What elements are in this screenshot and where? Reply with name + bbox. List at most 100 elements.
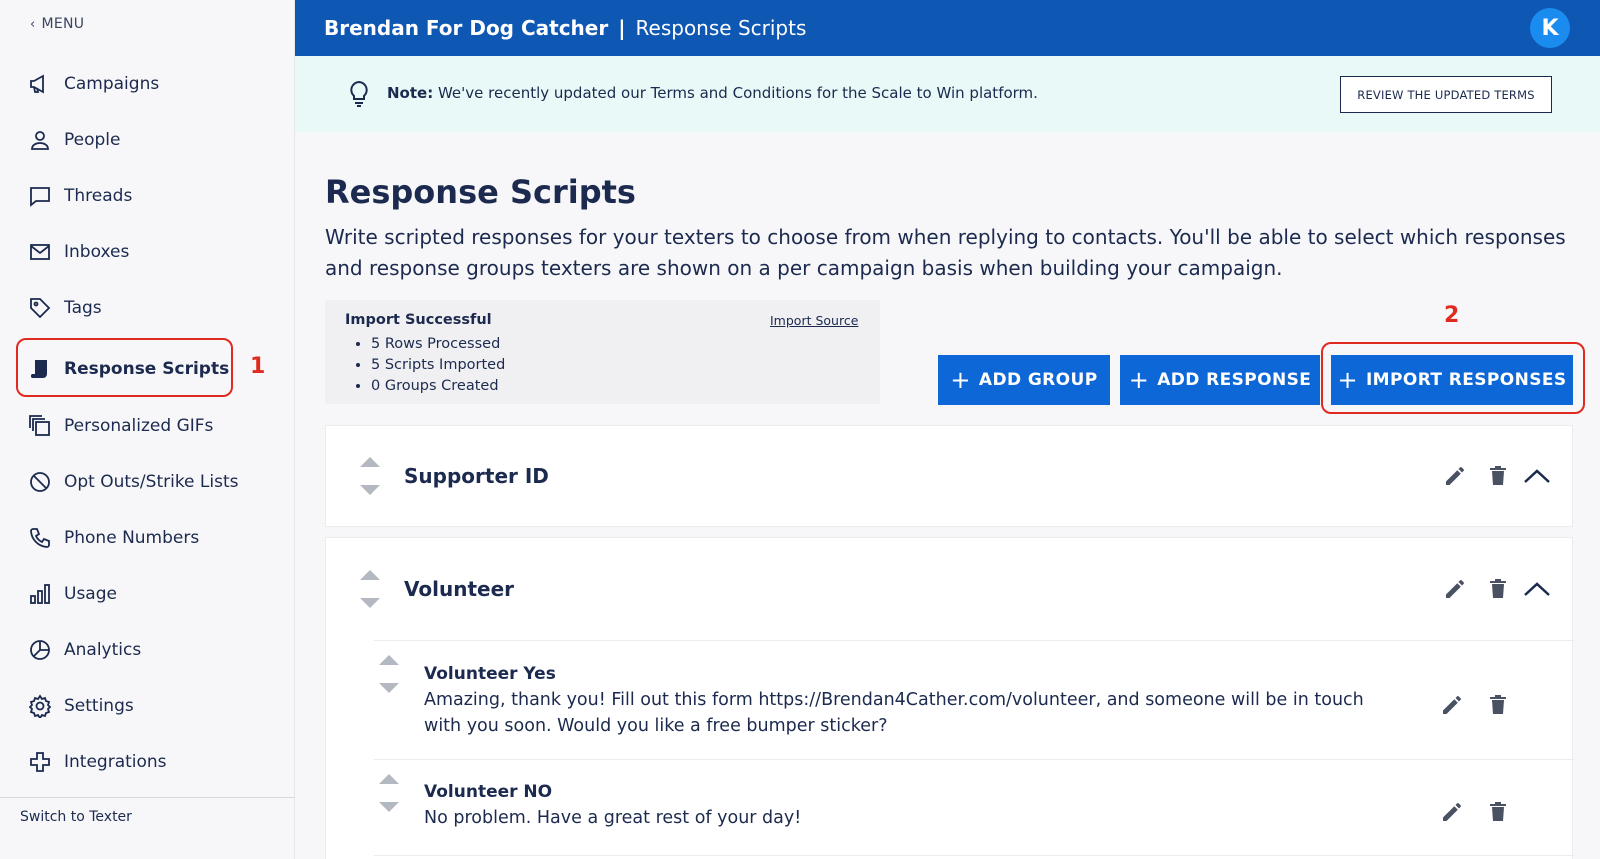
sidebar-item-label: People (64, 130, 121, 150)
header-section-title: Response Scripts (635, 16, 807, 40)
sidebar-item-label: Integrations (64, 752, 167, 772)
sidebar-divider (0, 797, 295, 798)
import-result-item: 5 Scripts Imported (371, 355, 505, 376)
add-response-button[interactable]: + ADD RESPONSE (1120, 355, 1320, 405)
gear-icon (28, 694, 52, 718)
org-name: Brendan For Dog Catcher (324, 16, 609, 40)
header-separator: | (618, 16, 626, 40)
response-divider (374, 759, 1574, 760)
move-up-icon[interactable] (379, 774, 399, 784)
import-result-item: 0 Groups Created (371, 376, 505, 397)
response-title: Volunteer Yes (424, 664, 556, 684)
sidebar-item-analytics[interactable]: Analytics (28, 630, 141, 670)
chat-icon (30, 187, 50, 207)
bar-chart-icon (30, 584, 50, 604)
sidebar-item-threads[interactable]: Threads (28, 176, 132, 216)
edit-icon[interactable] (1440, 800, 1464, 824)
highlight-outline-2 (1321, 342, 1585, 414)
sidebar-item-personalized-gifs[interactable]: Personalized GIFs (28, 406, 213, 446)
import-result-item: 5 Rows Processed (371, 334, 505, 355)
sidebar-item-label: Opt Outs/Strike Lists (64, 472, 239, 492)
sidebar-item-label: Inboxes (64, 242, 130, 262)
move-down-icon[interactable] (360, 598, 380, 608)
sidebar-item-label: Settings (64, 696, 134, 716)
annotation-number-2: 2 (1444, 303, 1460, 328)
sidebar-item-label: Tags (64, 298, 102, 318)
move-down-icon[interactable] (379, 802, 399, 812)
reorder-arrows[interactable] (360, 570, 380, 610)
puzzle-icon (30, 752, 50, 772)
envelope-icon (30, 244, 50, 260)
review-terms-button[interactable]: REVIEW THE UPDATED TERMS (1340, 76, 1552, 113)
sidebar-item-inboxes[interactable]: Inboxes (28, 232, 129, 272)
add-group-label: ADD GROUP (978, 370, 1098, 390)
response-body: Amazing, thank you! Fill out this form h… (424, 690, 1364, 736)
import-status-title: Import Successful (345, 312, 492, 328)
trash-icon[interactable] (1486, 800, 1510, 824)
move-up-icon[interactable] (379, 655, 399, 665)
add-response-label: ADD RESPONSE (1157, 370, 1312, 390)
response-title: Volunteer NO (424, 782, 553, 802)
gif-stack-icon (29, 415, 50, 436)
sidebar-item-integrations[interactable]: Integrations (28, 742, 167, 782)
chevron-up-icon[interactable] (1523, 577, 1551, 601)
add-group-button[interactable]: + ADD GROUP (938, 355, 1110, 405)
sidebar-item-label: Personalized GIFs (64, 416, 214, 436)
top-bar: Brendan For Dog Catcher | Response Scrip… (295, 0, 1600, 56)
note-message: We've recently updated our Terms and Con… (437, 84, 1038, 102)
sidebar-item-people[interactable]: People (28, 120, 120, 160)
edit-icon[interactable] (1443, 464, 1467, 488)
move-up-icon[interactable] (360, 457, 380, 467)
terms-note-banner: Note: We've recently updated our Terms a… (295, 56, 1600, 132)
sidebar-item-label: Threads (64, 186, 133, 206)
chevron-up-icon[interactable] (1523, 464, 1551, 488)
phone-icon (30, 528, 50, 548)
sidebar-item-label: Usage (64, 584, 117, 604)
note-text: Note: We've recently updated our Terms a… (387, 84, 1038, 102)
person-icon (31, 131, 49, 150)
page-title: Response Scripts (325, 173, 636, 211)
response-divider (374, 855, 1574, 856)
move-down-icon[interactable] (379, 683, 399, 693)
reorder-arrows[interactable] (379, 655, 399, 695)
page-description: Write scripted responses for your texter… (325, 225, 1566, 280)
switch-to-texter-link[interactable]: Switch to Texter (20, 809, 132, 825)
megaphone-icon (30, 74, 44, 94)
move-up-icon[interactable] (360, 570, 380, 580)
response-body: No problem. Have a great rest of your da… (424, 808, 802, 828)
sidebar-item-label: Campaigns (64, 74, 160, 94)
edit-icon[interactable] (1440, 693, 1464, 717)
block-icon (30, 472, 50, 492)
reorder-arrows[interactable] (379, 774, 399, 814)
menu-back-label: MENU (41, 16, 85, 32)
pie-chart-icon (30, 640, 50, 660)
sidebar-item-phone-numbers[interactable]: Phone Numbers (28, 518, 199, 558)
response-divider (374, 640, 1574, 641)
sidebar-item-usage[interactable]: Usage (28, 574, 117, 614)
sidebar-item-label: Analytics (64, 640, 142, 660)
sidebar-item-label: Phone Numbers (64, 528, 200, 548)
group-title: Volunteer (404, 577, 515, 601)
plus-icon: + (1128, 366, 1150, 394)
chevron-left-icon: ‹ (30, 16, 36, 32)
sidebar: ‹ MENU Campaigns People Threads Inboxes … (0, 0, 295, 859)
import-source-link[interactable]: Import Source (770, 313, 858, 328)
trash-icon[interactable] (1486, 464, 1510, 488)
import-result-panel: Import Successful Import Source 5 Rows P… (325, 300, 880, 404)
sidebar-item-campaigns[interactable]: Campaigns (28, 64, 159, 104)
move-down-icon[interactable] (360, 485, 380, 495)
lightbulb-icon (350, 80, 368, 107)
highlight-outline-1 (16, 338, 233, 397)
sidebar-item-settings[interactable]: Settings (28, 686, 134, 726)
sidebar-item-opt-outs[interactable]: Opt Outs/Strike Lists (28, 462, 239, 502)
tag-icon (30, 298, 51, 319)
avatar[interactable]: K (1530, 8, 1570, 48)
trash-icon[interactable] (1486, 693, 1510, 717)
reorder-arrows[interactable] (360, 457, 380, 497)
group-title: Supporter ID (404, 464, 549, 488)
edit-icon[interactable] (1443, 577, 1467, 601)
trash-icon[interactable] (1486, 577, 1510, 601)
menu-back-button[interactable]: ‹ MENU (30, 16, 84, 32)
plus-icon: + (950, 366, 971, 394)
sidebar-item-tags[interactable]: Tags (28, 288, 102, 328)
